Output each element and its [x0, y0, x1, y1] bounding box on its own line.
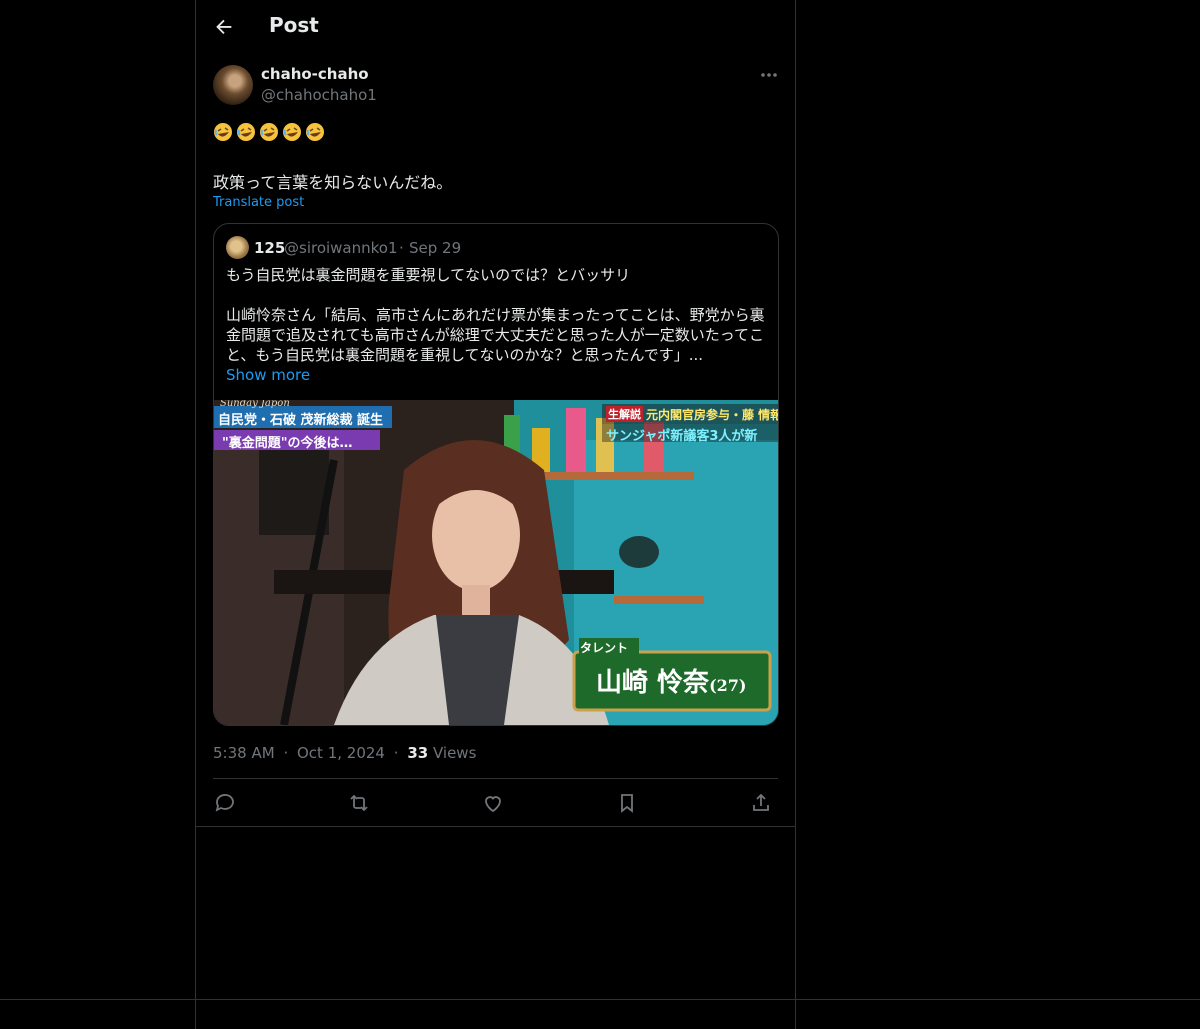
caption-right-2: サンジャポ新議客3人が新: [606, 429, 758, 444]
rolling-on-floor-laughing-icon: [237, 122, 255, 141]
author-handle[interactable]: @chahochaho1: [261, 86, 377, 104]
translate-post-link[interactable]: Translate post: [213, 195, 304, 210]
caption-left-1: 自民党・石破 茂新総裁 誕生: [218, 413, 384, 428]
author-display-name[interactable]: chaho-chaho: [261, 65, 369, 83]
quoted-text: もう自民党は裏金問題を重要視してないのでは？とバッサリ 山崎怜奈さん「結局、高市…: [226, 265, 771, 365]
rolling-on-floor-laughing-icon: [306, 122, 324, 141]
quoted-author-handle: @siroiwannko1: [284, 239, 398, 257]
repost-button[interactable]: [347, 791, 373, 817]
author-avatar[interactable]: [213, 65, 253, 105]
rolling-on-floor-laughing-icon: [260, 122, 278, 141]
post-bottom-border: [196, 826, 795, 827]
caption-sunday-japon: Sunday Japon: [220, 400, 290, 409]
post-text: 政策って言葉を知らないんだね。: [213, 173, 453, 192]
post-metadata: 5:38 AM · Oct 1, 2024 · 33 Views: [213, 744, 476, 762]
bookmark-icon: [621, 794, 633, 813]
show-more-link[interactable]: Show more: [226, 366, 310, 384]
more-options-button[interactable]: [758, 66, 780, 84]
quoted-text-line: と、もう自民党は裏金問題を重視してないのかな？と思ったんです」...: [226, 346, 704, 364]
reply-icon: [215, 794, 234, 812]
quoted-media-image[interactable]: Sunday Japon 自民党・石破 茂新総裁 誕生 "裏金問題"の今後は… …: [214, 400, 778, 725]
nameplate-role: タレント: [580, 641, 629, 655]
quoted-author-avatar: [226, 236, 249, 259]
share-button[interactable]: [749, 791, 775, 817]
post-header: Post: [196, 0, 795, 54]
quoted-author-name: 125: [254, 239, 286, 257]
meta-separator: ·: [283, 744, 289, 762]
views-label[interactable]: Views: [433, 744, 476, 762]
quoted-text-line: 金問題で追及されても高市さんが総理で大丈夫だと思った人が一定数いたってこ: [226, 326, 765, 344]
quoted-text-line: 山崎怜奈さん「結局、高市さんにあれだけ票が集まったってことは、野党から裏: [226, 306, 765, 324]
caption-tag-small: 生解説: [606, 406, 643, 422]
quoted-text-line: もう自民党は裏金問題を重要視してないのでは？とバッサリ: [226, 266, 631, 284]
back-button[interactable]: [210, 14, 236, 40]
post-date[interactable]: Oct 1, 2024: [297, 744, 385, 762]
nameplate-name-text: 山崎 怜奈: [596, 668, 710, 698]
page-title: Post: [269, 13, 319, 37]
rolling-on-floor-laughing-icon: [283, 122, 301, 141]
actions-divider: [213, 778, 778, 779]
emoji-line: [213, 120, 328, 142]
rolling-on-floor-laughing-icon: [214, 122, 232, 141]
nameplate-age: (27): [709, 676, 747, 695]
quoted-post[interactable]: 125 @siroiwannko1 · Sep 29 もう自民党は裏金問題を重要…: [213, 223, 779, 726]
caption-right-1: 元内閣官房参与・藤 情報: [646, 408, 778, 422]
bookmark-button[interactable]: [615, 791, 641, 817]
more-horizontal-icon: [761, 73, 777, 77]
like-button[interactable]: [481, 791, 507, 817]
caption-left-2: "裏金問題"の今後は…: [222, 436, 353, 451]
post-actions-bar: [213, 789, 778, 819]
arrow-left-icon: [216, 19, 232, 34]
post-time[interactable]: 5:38 AM: [213, 744, 275, 762]
quoted-separator: ·: [399, 239, 404, 257]
nameplate-name: 山崎 怜奈(27): [596, 662, 746, 699]
meta-separator: ·: [393, 744, 399, 762]
share-icon: [753, 793, 769, 811]
post-column: Post chaho-chaho @chahochaho1 政策って言葉を知らな…: [195, 0, 796, 1029]
heart-icon: [485, 796, 501, 813]
quoted-date: Sep 29: [409, 239, 462, 257]
views-count[interactable]: 33: [407, 744, 428, 762]
reply-button[interactable]: [213, 791, 239, 817]
repost-icon: [350, 794, 368, 812]
